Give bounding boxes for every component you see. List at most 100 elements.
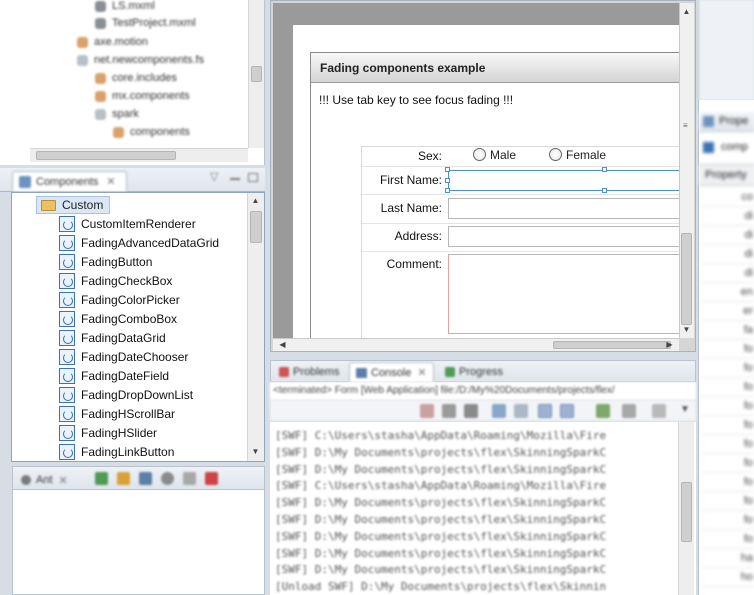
- remove-all-launches-icon[interactable]: [464, 404, 478, 418]
- scroll-right-icon[interactable]: ▶: [663, 340, 676, 349]
- scroll-down-icon[interactable]: ▼: [249, 447, 262, 456]
- tree-vertical-scrollbar[interactable]: [248, 0, 264, 148]
- maximize-icon[interactable]: [248, 173, 258, 182]
- fading-components-panel[interactable]: Fading components example !!! Use tab ke…: [310, 52, 679, 338]
- scrollbar-thumb[interactable]: [36, 151, 176, 160]
- component-item[interactable]: FadingHSlider: [59, 423, 157, 442]
- components-vertical-scrollbar[interactable]: ▲ ▼: [247, 193, 264, 461]
- property-row[interactable]: fo: [700, 435, 754, 454]
- word-wrap-icon[interactable]: [538, 404, 552, 418]
- property-row[interactable]: fo: [700, 530, 754, 549]
- radio-male[interactable]: Male: [473, 148, 516, 162]
- tab-components[interactable]: Components ✕: [12, 171, 127, 191]
- scrollbar-thumb[interactable]: [553, 341, 671, 349]
- clear-console-icon[interactable]: [492, 404, 506, 418]
- tab-properties[interactable]: Prope: [719, 115, 748, 127]
- design-horizontal-scrollbar[interactable]: ◀ ▶: [273, 338, 679, 351]
- refresh-icon[interactable]: [161, 472, 174, 485]
- component-item[interactable]: FadingButton: [59, 252, 152, 271]
- property-row[interactable]: di: [700, 226, 754, 245]
- tree-item-axe-motion[interactable]: axe.motion: [77, 33, 148, 51]
- close-icon[interactable]: ✕: [59, 474, 68, 487]
- component-item[interactable]: FadingDropDownList: [59, 385, 193, 404]
- tree-item-core-includes[interactable]: core.includes: [95, 69, 177, 87]
- tree-item-mx-components[interactable]: mx.components: [95, 87, 190, 105]
- property-row[interactable]: en: [700, 283, 754, 302]
- component-item[interactable]: FadingColorPicker: [59, 290, 180, 309]
- add-buildfile-icon[interactable]: [95, 472, 108, 485]
- show-on-output-icon[interactable]: [560, 404, 574, 418]
- selection-handle[interactable]: [445, 167, 450, 172]
- console-vertical-scrollbar[interactable]: [678, 422, 694, 595]
- radio-female[interactable]: Female: [549, 148, 606, 162]
- property-row[interactable]: fo: [700, 378, 754, 397]
- view-menu-icon[interactable]: ▼: [680, 404, 690, 415]
- component-item[interactable]: FadingHScrollBar: [59, 404, 175, 423]
- scroll-down-icon[interactable]: ▼: [680, 325, 693, 334]
- minimize-icon[interactable]: [230, 171, 240, 180]
- scroll-up-icon[interactable]: ▲: [680, 7, 693, 16]
- scroll-lock-icon[interactable]: [514, 404, 528, 418]
- property-row[interactable]: co: [700, 188, 754, 207]
- address-input[interactable]: [448, 226, 679, 247]
- property-row[interactable]: ha: [700, 549, 754, 568]
- tab-progress[interactable]: Progress: [439, 362, 509, 382]
- property-row[interactable]: di: [700, 207, 754, 226]
- scroll-up-icon[interactable]: ▲: [249, 196, 262, 205]
- tree-item-components[interactable]: components: [113, 123, 190, 141]
- scrollbar-thumb[interactable]: [681, 233, 692, 325]
- tree-item-testproject[interactable]: TestProject.mxml: [95, 14, 196, 32]
- selection-handle[interactable]: [602, 167, 607, 172]
- comment-textarea[interactable]: [448, 254, 679, 334]
- terminate-icon[interactable]: [420, 404, 434, 418]
- property-row[interactable]: fo: [700, 359, 754, 378]
- last-name-input[interactable]: [448, 198, 679, 219]
- property-row[interactable]: fo: [700, 397, 754, 416]
- open-console-icon[interactable]: [652, 404, 666, 418]
- component-item[interactable]: FadingDateChooser: [59, 347, 188, 366]
- property-row[interactable]: fo: [700, 473, 754, 492]
- scrollbar-thumb[interactable]: [251, 66, 262, 82]
- close-icon[interactable]: ✕: [417, 366, 426, 379]
- tree-horizontal-scrollbar[interactable]: [30, 148, 248, 162]
- view-menu-icon[interactable]: ▽: [210, 170, 218, 183]
- tree-item-net-newcomponents[interactable]: net.newcomponents.fs: [77, 51, 204, 69]
- tab-ant[interactable]: Ant ✕: [15, 470, 74, 490]
- component-item[interactable]: FadingDataGrid: [59, 328, 166, 347]
- tab-problems[interactable]: Problems: [273, 362, 345, 382]
- component-item[interactable]: FadingDateField: [59, 366, 169, 385]
- remove-all-icon[interactable]: [205, 472, 218, 485]
- first-name-input[interactable]: [448, 170, 679, 191]
- tree-folder-custom[interactable]: Custom: [36, 196, 111, 214]
- tree-item-spark[interactable]: spark: [95, 105, 139, 123]
- remove-launch-icon[interactable]: [442, 404, 456, 418]
- property-row[interactable]: fo: [700, 416, 754, 435]
- scrollbar-thumb[interactable]: [681, 482, 692, 542]
- component-item[interactable]: FadingLinkButton: [59, 442, 174, 461]
- property-column-header[interactable]: Property: [699, 164, 754, 186]
- property-row[interactable]: ho: [700, 568, 754, 587]
- scrollbar-thumb[interactable]: [250, 211, 262, 243]
- display-console-icon[interactable]: [622, 404, 636, 418]
- property-row[interactable]: di: [700, 245, 754, 264]
- run-target-icon[interactable]: [117, 472, 130, 485]
- design-vertical-scrollbar[interactable]: ▲ ≡ ▼: [679, 3, 694, 338]
- pin-console-icon[interactable]: [596, 404, 610, 418]
- component-selector[interactable]: comp: [699, 138, 754, 158]
- component-item[interactable]: FadingComboBox: [59, 309, 177, 328]
- selection-handle[interactable]: [445, 188, 450, 193]
- property-row[interactable]: fo: [700, 454, 754, 473]
- component-item[interactable]: FadingCheckBox: [59, 271, 172, 290]
- property-row[interactable]: di: [700, 264, 754, 283]
- property-row[interactable]: er: [700, 302, 754, 321]
- scroll-left-icon[interactable]: ◀: [276, 340, 289, 349]
- selection-handle[interactable]: [602, 188, 607, 193]
- component-item[interactable]: CustomItemRenderer: [59, 214, 196, 233]
- property-row[interactable]: fo: [700, 492, 754, 511]
- selection-handle[interactable]: [445, 178, 450, 183]
- tab-console[interactable]: Console ✕: [349, 362, 434, 382]
- close-icon[interactable]: ✕: [106, 175, 115, 188]
- property-row[interactable]: fa: [700, 321, 754, 340]
- property-row[interactable]: fo: [700, 511, 754, 530]
- property-row[interactable]: fo: [700, 340, 754, 359]
